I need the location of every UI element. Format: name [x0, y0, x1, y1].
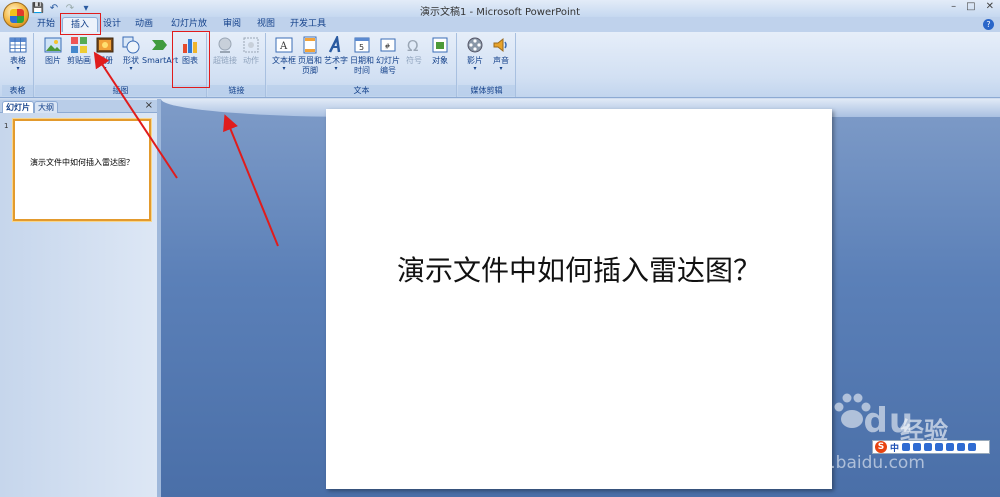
ime-toolbox-icon[interactable]	[957, 443, 966, 451]
table-button[interactable]: 表格 ▾	[3, 36, 33, 84]
smartart-icon	[152, 40, 167, 50]
ime-skin-icon[interactable]	[935, 443, 944, 451]
photo-album-icon	[96, 37, 114, 53]
slide-canvas[interactable]: 演示文件中如何插入雷达图？	[326, 109, 832, 489]
watermark-url: jingyan.baidu.com	[768, 453, 925, 473]
group-links: 超链接 动作 链接	[208, 33, 266, 97]
svg-text:5: 5	[359, 43, 364, 52]
ime-toolbar[interactable]: S 中	[872, 440, 990, 454]
group-label-tables: 表格	[2, 85, 33, 96]
ime-user-icon[interactable]	[946, 443, 955, 451]
header-footer-icon	[303, 36, 317, 54]
slide-number-icon: #	[380, 38, 396, 52]
shapes-icon	[122, 36, 140, 54]
action-button[interactable]: 动作	[236, 36, 266, 84]
ime-emoji-icon[interactable]	[913, 443, 922, 451]
close-icon[interactable]: ✕	[986, 1, 994, 12]
annotation-box-insert-tab	[60, 13, 101, 35]
ribbon-tabs: 开始 插入 设计 动画 幻灯片放映 审阅 视图 开发工具 ?	[0, 17, 1000, 44]
group-text: A 文本框 ▾ 页眉和 页脚 艺术字 ▾ 5 日期和 时间 # 幻灯片 编号 Ω 符号 对…	[267, 33, 457, 97]
textbox-icon: A	[275, 37, 293, 53]
minimize-icon[interactable]: –	[951, 1, 956, 12]
office-logo-icon	[10, 9, 24, 23]
pane-tabs: 幻灯片 大纲 ×	[0, 100, 157, 113]
wordart-icon	[328, 36, 341, 53]
slides-pane: 幻灯片 大纲 × 1 演示文件中如何插入雷达图？	[0, 99, 157, 497]
slide-number-label: 1	[4, 122, 9, 130]
pane-close-icon[interactable]: ×	[145, 100, 153, 111]
tab-home[interactable]: 开始	[34, 17, 58, 32]
svg-text:Ω: Ω	[407, 37, 418, 54]
annotation-box-chart-button	[172, 31, 210, 88]
tab-outline[interactable]: 大纲	[34, 101, 58, 113]
office-button[interactable]	[3, 2, 29, 28]
ribbon: 表格▾ 表格 图片 剪贴画 相册▾ 形状▾ SmartArt 图表 插图	[0, 32, 1000, 98]
window-controls: – □ ✕	[951, 1, 994, 12]
group-label-text: 文本	[267, 85, 456, 96]
ime-mode-label[interactable]: 中	[890, 441, 899, 454]
tab-animation[interactable]: 动画	[134, 17, 154, 32]
object-icon	[432, 37, 448, 53]
svg-text:A: A	[279, 41, 288, 52]
group-tables: 表格 ▾ 表格	[2, 33, 34, 97]
tab-review[interactable]: 审阅	[222, 17, 242, 32]
tab-design[interactable]: 设计	[102, 17, 122, 32]
sogou-icon[interactable]: S	[875, 441, 887, 453]
tab-slideshow[interactable]: 幻灯片放映	[168, 17, 210, 44]
film-reel-icon	[467, 37, 483, 53]
group-label-links: 链接	[208, 85, 265, 96]
ime-settings-icon[interactable]	[968, 443, 977, 451]
tab-developer[interactable]: 开发工具	[288, 17, 328, 32]
svg-text:#: #	[385, 43, 391, 51]
clipart-icon	[71, 37, 87, 53]
slide-title[interactable]: 演示文件中如何插入雷达图？	[326, 249, 832, 289]
tab-slides[interactable]: 幻灯片	[2, 101, 34, 113]
speaker-icon	[493, 37, 507, 53]
calendar-icon: 5	[354, 37, 370, 53]
slide-thumbnail[interactable]: 演示文件中如何插入雷达图？	[13, 119, 151, 221]
help-icon[interactable]: ?	[983, 19, 994, 30]
group-label-media: 媒体剪辑	[458, 85, 515, 96]
ime-keyboard-icon[interactable]	[924, 443, 933, 451]
tab-view[interactable]: 视图	[256, 17, 276, 32]
object-button[interactable]: 对象	[425, 36, 455, 84]
hyperlink-icon	[218, 37, 232, 53]
group-media: 影片 ▾ 声音 ▾ 媒体剪辑	[458, 33, 516, 97]
table-icon	[9, 37, 27, 53]
maximize-icon[interactable]: □	[966, 1, 975, 12]
picture-icon	[44, 37, 62, 53]
watermark-brand: Bai du	[766, 401, 915, 441]
sound-button[interactable]: 声音 ▾	[486, 36, 516, 84]
ime-punct-icon[interactable]	[902, 443, 911, 451]
window-title: 演示文稿1 - Microsoft PowerPoint	[419, 7, 581, 18]
action-icon	[243, 37, 259, 53]
omega-icon: Ω	[407, 37, 418, 54]
title-bar: 💾 ↶ ↷ ▾ 演示文稿1 - Microsoft PowerPoint – □…	[0, 0, 1000, 18]
thumbnail-title: 演示文件中如何插入雷达图？	[30, 158, 134, 167]
